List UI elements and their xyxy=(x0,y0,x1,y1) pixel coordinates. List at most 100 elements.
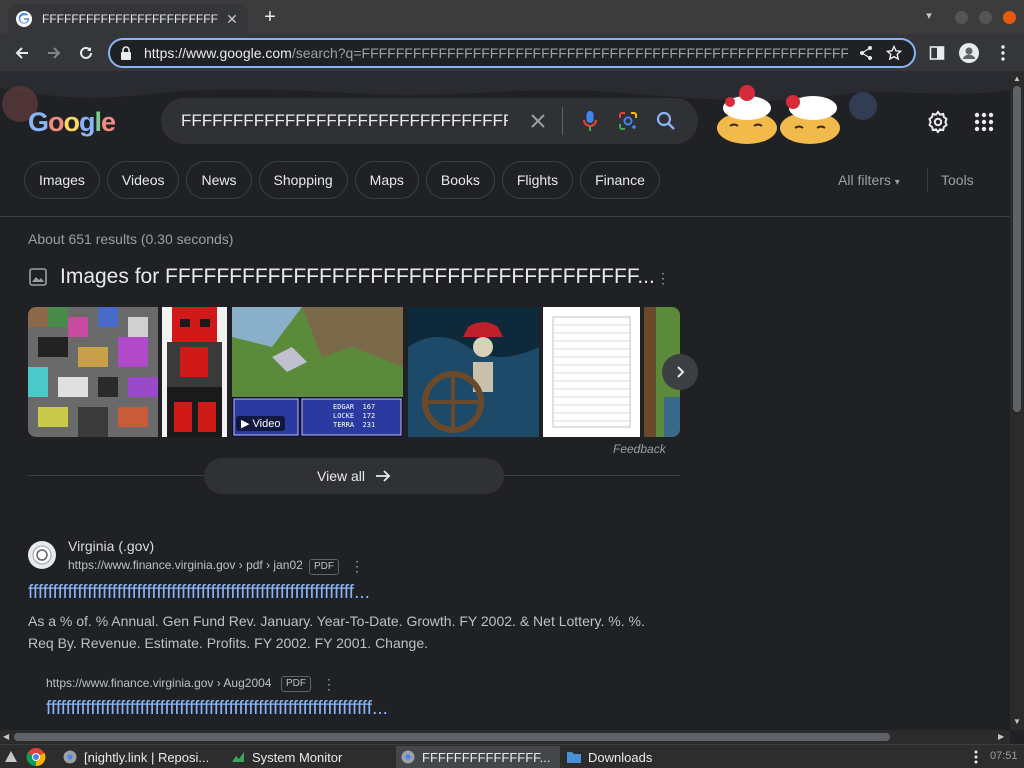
tileset-image xyxy=(28,307,158,437)
browser-menu-icon[interactable] xyxy=(992,42,1014,64)
all-filters-button[interactable]: All filters ▾ xyxy=(838,172,900,188)
profile-avatar-icon[interactable] xyxy=(958,42,980,64)
chip-videos[interactable]: Videos xyxy=(106,161,180,199)
horizontal-scroll-thumb[interactable] xyxy=(14,733,890,741)
back-arrow-icon[interactable] xyxy=(10,41,34,65)
party-member-name: TERRA xyxy=(333,421,355,429)
taskbar-item-system-monitor[interactable]: System Monitor xyxy=(230,746,390,768)
gear-icon[interactable] xyxy=(926,110,950,134)
party-member-row: LOCKE 172 xyxy=(333,412,375,421)
new-tab-icon[interactable]: + xyxy=(260,7,280,28)
cream-puff-doodle-icon-2[interactable] xyxy=(779,84,841,144)
horizontal-scrollbar[interactable]: ◀ ▶ xyxy=(0,730,1010,744)
reload-icon[interactable] xyxy=(74,41,98,65)
chip-shopping[interactable]: Shopping xyxy=(258,161,348,199)
taskbar-item-chrome-search[interactable]: FFFFFFFFFFFFFFF... xyxy=(396,746,560,768)
apps-grid-icon[interactable] xyxy=(974,112,994,132)
url-host: https://www.google.com xyxy=(144,45,292,61)
maximize-button[interactable] xyxy=(979,11,992,24)
google-lens-icon[interactable] xyxy=(617,109,640,133)
chevron-right-icon xyxy=(677,366,685,378)
sub-result-url[interactable]: https://www.finance.virginia.gov › Aug20… xyxy=(46,676,271,690)
close-tab-icon[interactable]: ✕ xyxy=(224,11,240,27)
video-badge-label: Video xyxy=(252,418,281,430)
taskbar-item-label: FFFFFFFFFFFFFFF... xyxy=(422,749,551,765)
image-thumbnail-letter-grid[interactable] xyxy=(543,307,640,437)
vertical-scroll-thumb[interactable] xyxy=(1013,86,1021,412)
taskbar-item-label: [nightly.link | Reposi... xyxy=(84,749,210,765)
browser-tab[interactable]: FFFFFFFFFFFFFFFFFFFFFFFFFFF ✕ xyxy=(8,4,248,34)
party-status-panel: EDGAR 167 LOCKE 172 TERRA 231 xyxy=(333,403,375,430)
minimize-button[interactable] xyxy=(955,11,968,24)
system-menu-icon[interactable] xyxy=(4,746,18,768)
url-text[interactable]: https://www.google.com/search?q=FFFFFFFF… xyxy=(144,45,848,61)
search-input[interactable]: FFFFFFFFFFFFFFFFFFFFFFFFFFFFFFFFFFFFFFFF… xyxy=(181,111,508,131)
party-member-name: LOCKE xyxy=(333,412,355,420)
clear-icon[interactable] xyxy=(526,109,549,133)
result-snippet-line-2: Req By. Revenue. Estimate. Profits. FY 2… xyxy=(28,635,428,651)
tools-button[interactable]: Tools xyxy=(941,172,974,188)
taskbar-item-nightly-link[interactable]: [nightly.link | Reposi... xyxy=(62,746,225,768)
cream-puff-doodle-icon[interactable] xyxy=(716,80,778,144)
chrome-launcher-icon[interactable] xyxy=(26,746,46,768)
feedback-link[interactable]: Feedback xyxy=(613,442,666,456)
carousel-next-button[interactable] xyxy=(662,354,698,390)
chip-flights[interactable]: Flights xyxy=(501,161,574,199)
image-thumbnail-pirate-skeleton[interactable] xyxy=(408,307,539,437)
view-all-button[interactable]: View all xyxy=(204,458,504,494)
site-favicon[interactable] xyxy=(28,541,56,569)
scroll-down-arrow-icon[interactable]: ▼ xyxy=(1013,717,1021,726)
taskbar-item-downloads[interactable]: Downloads xyxy=(566,746,726,768)
close-window-button[interactable] xyxy=(1003,11,1016,24)
virginia-seal-icon xyxy=(32,545,52,565)
lock-icon[interactable] xyxy=(120,46,134,60)
search-icon[interactable] xyxy=(655,109,678,133)
image-thumbnail-red-character[interactable] xyxy=(162,307,227,437)
result-url[interactable]: https://www.finance.virginia.gov › pdf ›… xyxy=(68,558,303,572)
party-member-row: TERRA 231 xyxy=(333,421,375,430)
red-character-image xyxy=(162,307,227,437)
more-options-icon[interactable]: ⋮ xyxy=(656,270,670,288)
filters-divider xyxy=(927,168,928,192)
result-stats: About 651 results (0.30 seconds) xyxy=(28,231,234,247)
view-all-label: View all xyxy=(317,468,365,484)
taskbar-item-label: Downloads xyxy=(588,749,653,765)
sub-result-options-icon[interactable]: ⋮ xyxy=(322,676,336,694)
chrome-icon xyxy=(62,749,78,765)
images-section-title[interactable]: Images for FFFFFFFFFFFFFFFFFFFFFFFFFFFFF… xyxy=(60,265,655,289)
image-thumbnail-tileset[interactable] xyxy=(28,307,158,437)
bookmark-star-icon[interactable] xyxy=(884,43,904,63)
party-member-name: EDGAR xyxy=(333,403,355,411)
party-member-hp: 172 xyxy=(362,412,376,420)
search-results-page: Google FFFFFFFFFFFFFFFFFFFFFFFFFFFFFFFFF… xyxy=(0,72,1010,730)
chevron-down-icon[interactable]: ▾ xyxy=(920,9,938,25)
sub-result-title-link[interactable]: ffffffffffffffffffffffffffffffffffffffff… xyxy=(46,698,388,720)
scroll-up-arrow-icon[interactable]: ▲ xyxy=(1013,74,1021,83)
image-thumbnail-video-game[interactable]: EDGAR 167 LOCKE 172 TERRA 231 ▶ Video xyxy=(232,307,403,437)
tab-strip: FFFFFFFFFFFFFFFFFFFFFFFFFFF ✕ + ▾ xyxy=(0,0,1024,34)
result-site-name[interactable]: Virginia (.gov) xyxy=(68,538,154,554)
image-carousel: EDGAR 167 LOCKE 172 TERRA 231 ▶ Video xyxy=(28,307,680,437)
forward-arrow-icon[interactable] xyxy=(42,41,66,65)
result-options-icon[interactable]: ⋮ xyxy=(350,558,364,576)
chip-news[interactable]: News xyxy=(186,161,252,199)
google-logo[interactable]: Google xyxy=(28,107,116,138)
result-title-link[interactable]: ffffffffffffffffffffffffffffffffffffffff… xyxy=(28,582,370,604)
video-badge: ▶ Video xyxy=(236,416,286,431)
vertical-scrollbar[interactable]: ▲ ▼ xyxy=(1010,72,1024,730)
microphone-icon[interactable] xyxy=(578,109,601,133)
chip-finance[interactable]: Finance xyxy=(580,161,660,199)
chip-images[interactable]: Images xyxy=(24,161,100,199)
address-bar[interactable]: https://www.google.com/search?q=FFFFFFFF… xyxy=(108,38,916,68)
chip-books[interactable]: Books xyxy=(425,161,495,199)
taskbar-menu-icon[interactable] xyxy=(974,746,978,768)
search-box[interactable]: FFFFFFFFFFFFFFFFFFFFFFFFFFFFFFFFFFFFFFFF… xyxy=(161,98,698,144)
scroll-right-arrow-icon[interactable]: ▶ xyxy=(998,732,1004,741)
google-favicon-icon xyxy=(16,11,32,27)
chip-maps[interactable]: Maps xyxy=(354,161,419,199)
scroll-left-arrow-icon[interactable]: ◀ xyxy=(3,732,9,741)
share-icon[interactable] xyxy=(856,43,876,63)
caret-down-icon: ▾ xyxy=(894,177,900,188)
header-divider xyxy=(0,216,1010,217)
side-panel-icon[interactable] xyxy=(926,42,948,64)
